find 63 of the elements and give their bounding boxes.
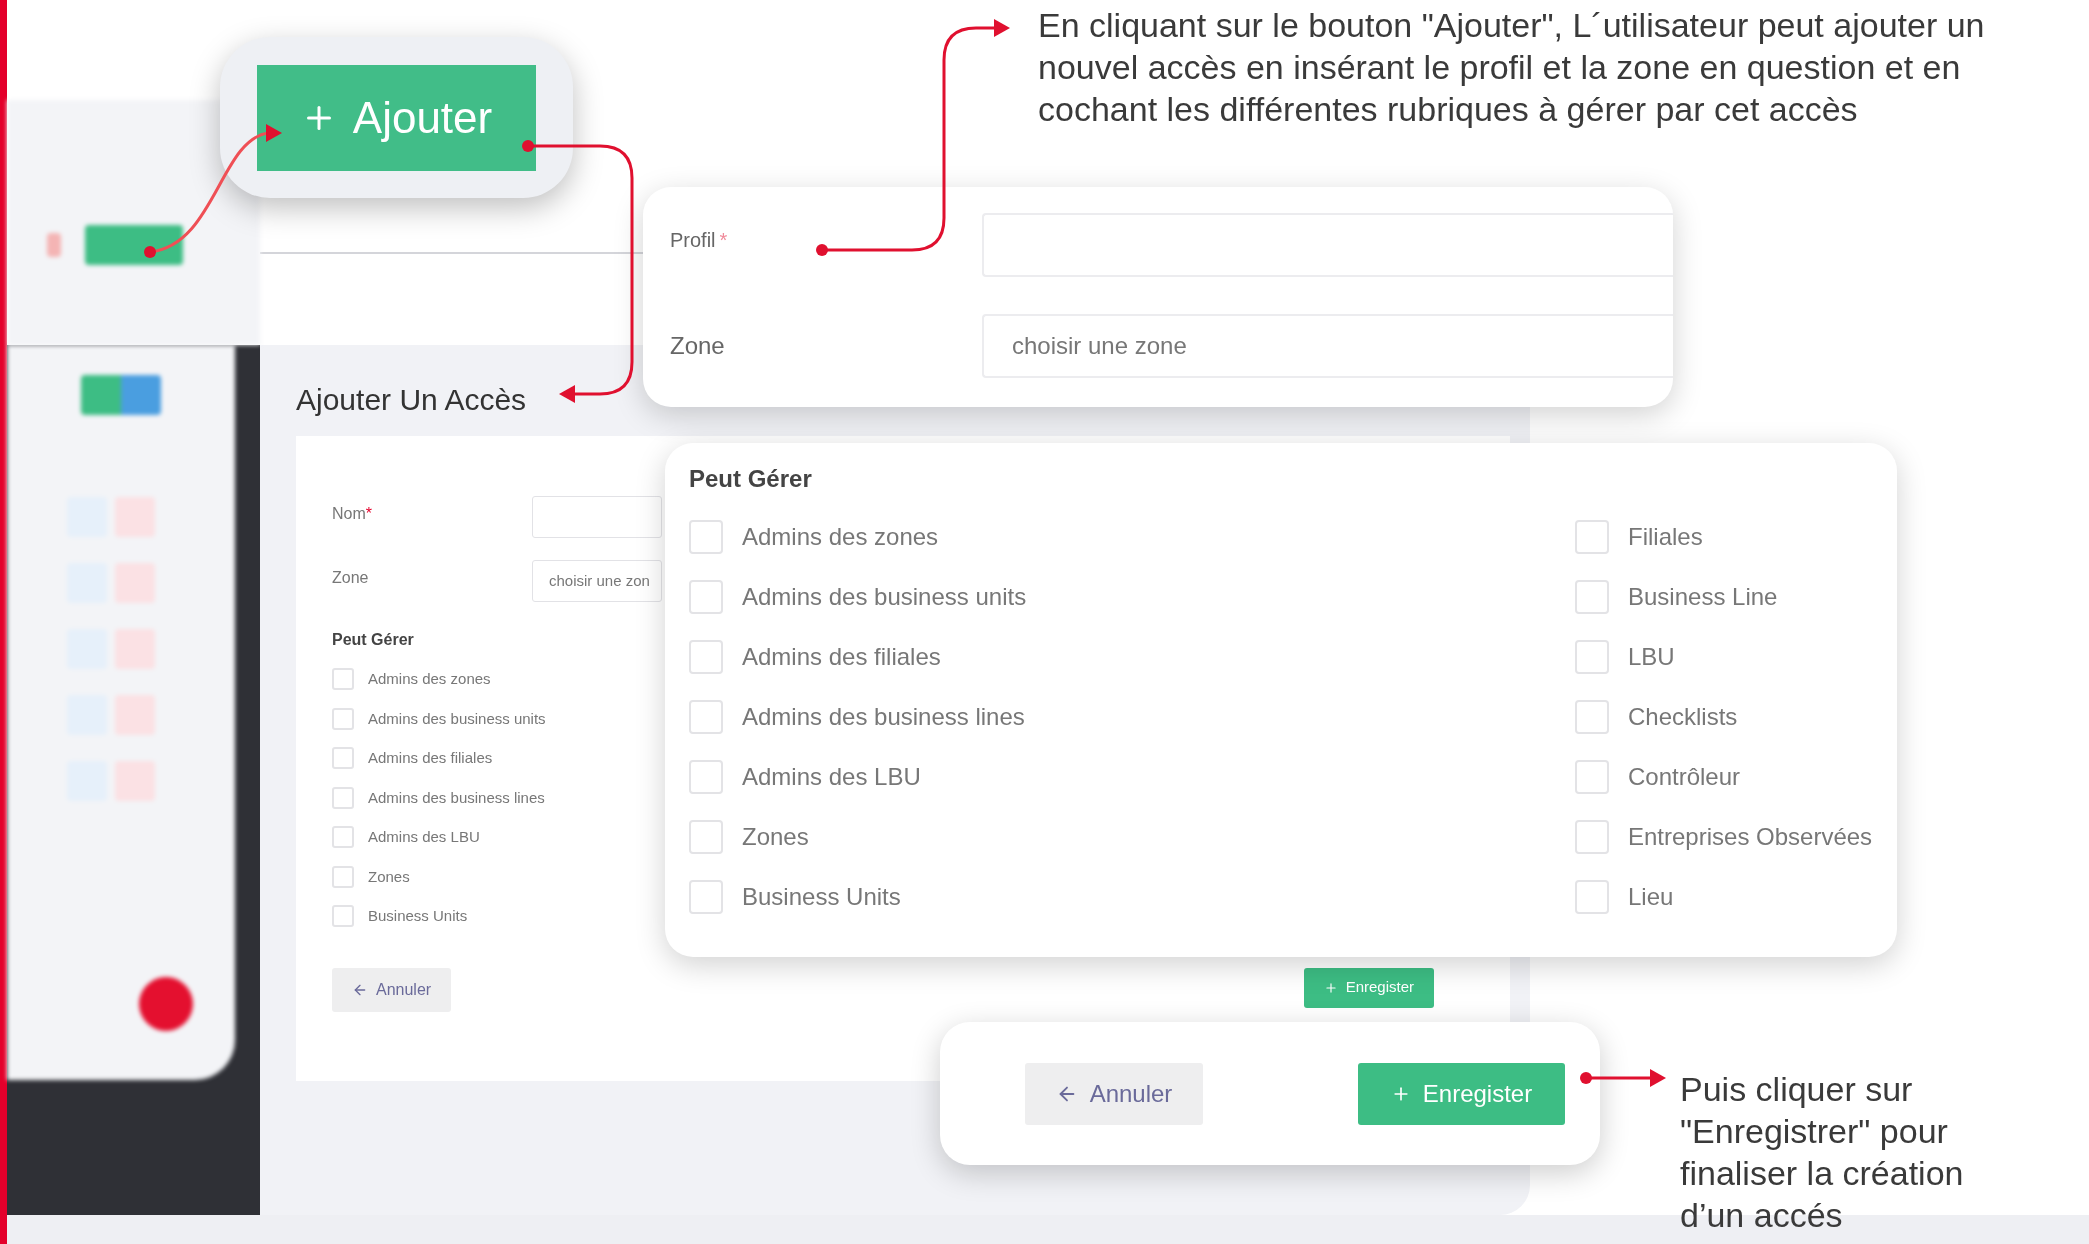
field-label: Nom* <box>332 504 373 524</box>
checkbox[interactable] <box>689 760 723 794</box>
checkbox[interactable] <box>332 905 354 928</box>
checkbox-label: Admins des filiales <box>368 748 493 768</box>
checkbox[interactable] <box>332 747 354 770</box>
blurred-button[interactable] <box>139 977 193 1031</box>
blurred-button[interactable] <box>85 225 183 265</box>
checkbox[interactable] <box>689 640 723 674</box>
checkbox[interactable] <box>689 820 723 854</box>
checkbox-label: Contrôleur <box>1628 762 1741 792</box>
checkbox-label: LBU <box>1628 642 1675 672</box>
section-title: Peut Gérer <box>689 464 813 494</box>
checkbox-label: Zones <box>368 866 410 887</box>
field-label: Zone <box>670 331 726 361</box>
checkbox[interactable] <box>1575 820 1609 854</box>
checkbox[interactable] <box>332 668 354 691</box>
blurred-mark <box>47 233 61 257</box>
checkbox[interactable] <box>332 865 354 888</box>
checkbox-label: Admins des business units <box>368 708 546 729</box>
cancel-button[interactable]: Annuler <box>1025 1062 1203 1125</box>
checkbox-label: Admins des business lines <box>742 702 1025 732</box>
input-field[interactable]: choisir une zone <box>982 314 1673 378</box>
checkbox[interactable] <box>1575 700 1609 734</box>
save-button[interactable]: Enregister <box>1303 967 1434 1008</box>
checkbox-label: Admins des business lines <box>368 787 545 808</box>
checkbox-label: Admins des LBU <box>742 762 921 792</box>
checkbox-label: Admins des zones <box>368 669 491 689</box>
checkbox-label: Business Line <box>1628 582 1778 612</box>
checkbox[interactable] <box>689 880 723 914</box>
checkbox[interactable] <box>332 707 354 730</box>
field-label: Profil * <box>670 228 729 253</box>
checkbox[interactable] <box>1575 580 1609 614</box>
save-button[interactable]: Enregister <box>1358 1062 1565 1125</box>
checkbox-label: Admins des business units <box>742 582 1027 612</box>
checkbox[interactable] <box>1575 520 1609 554</box>
add-button[interactable]: Ajouter <box>257 64 536 171</box>
instruction-text: En cliquant sur le bouton "Ajouter", L´utilisateur peut ajouter un nouvel accès en insérant le profil et la zone en question et en cochant les différentes rubriques à gérer par cet accès <box>1038 5 1986 130</box>
input-field[interactable]: choisir une zon <box>532 560 662 602</box>
checkbox-label: Admins des zones <box>742 522 939 552</box>
checkbox-label: Zones <box>742 822 809 852</box>
checkbox[interactable] <box>1575 760 1609 794</box>
checkbox[interactable] <box>689 580 723 614</box>
checkbox[interactable] <box>1575 640 1609 674</box>
cancel-button[interactable]: Annuler <box>332 967 452 1012</box>
input-field[interactable] <box>532 496 662 538</box>
field-label: Zone <box>332 568 370 588</box>
checkbox-label: Admins des LBU <box>368 827 480 847</box>
checkbox-label: Business Units <box>368 906 468 926</box>
checkbox-label: Entreprises Observées <box>1628 822 1873 852</box>
checkbox[interactable] <box>332 786 354 809</box>
plus-icon <box>1323 980 1338 995</box>
checkbox[interactable] <box>1575 880 1609 914</box>
checkbox-label: Filiales <box>1628 522 1703 552</box>
checkbox[interactable] <box>332 826 354 849</box>
checkbox-label: Checklists <box>1628 702 1738 732</box>
checkbox-label: Lieu <box>1628 882 1674 912</box>
section-title: Peut Gérer <box>332 630 415 650</box>
checkbox[interactable] <box>689 700 723 734</box>
instruction-text: Puis cliquer sur "Enregistrer" pour finaliser la création d’un accés <box>1680 1069 1965 1236</box>
checkbox-label: Admins des filiales <box>742 642 941 672</box>
page-title: Ajouter Un Accès <box>296 382 528 418</box>
checkbox[interactable] <box>689 520 723 554</box>
checkbox-label: Business Units <box>742 882 901 912</box>
